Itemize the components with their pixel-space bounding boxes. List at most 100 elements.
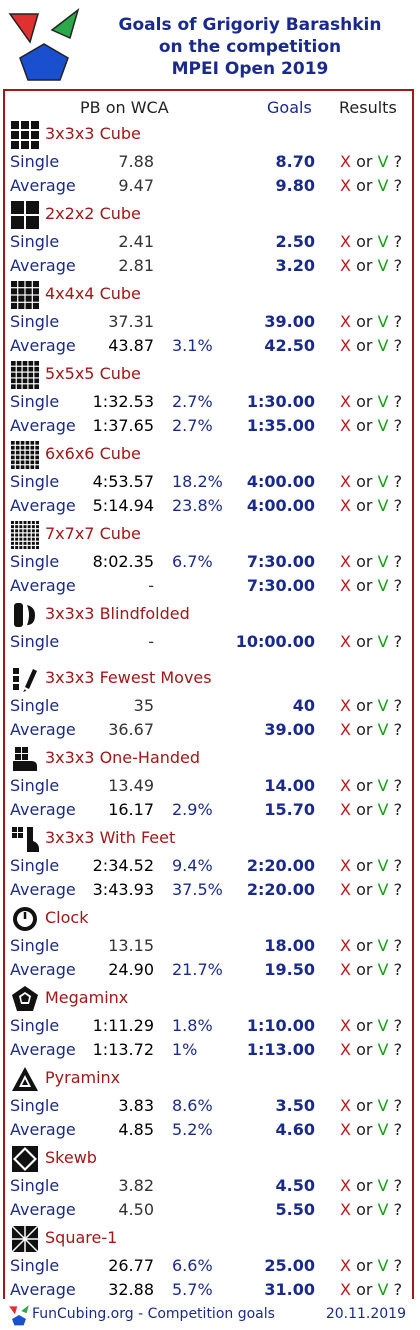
result-q: ? [393, 152, 403, 171]
result-v[interactable]: V [378, 1256, 389, 1275]
pct-diff: 2.7% [172, 416, 213, 435]
result-v[interactable]: V [378, 256, 389, 275]
result-x[interactable]: X [340, 496, 351, 515]
result-v[interactable]: V [378, 1096, 389, 1115]
result-v[interactable]: V [378, 776, 389, 795]
result-x[interactable]: X [340, 696, 351, 715]
result-x[interactable]: X [340, 1120, 351, 1139]
result-x[interactable]: X [340, 720, 351, 739]
result-v[interactable]: V [378, 1120, 389, 1139]
result-v[interactable]: V [378, 576, 389, 595]
result-or: or [356, 256, 373, 275]
event-block: 7x7x7 Cube Single 8:02.35 6.7% 7:30.00 X or V… [0, 518, 420, 598]
result-row: Single 1:11.29 1.8% 1:10.00 X or V ? [0, 1014, 420, 1038]
pb-value: 4:53.57 [92, 472, 154, 491]
result-v[interactable]: V [378, 880, 389, 899]
result-x[interactable]: X [340, 176, 351, 195]
result-choice: X or V ? [340, 576, 402, 596]
result-row: Average 43.87 3.1% 42.50 X or V ? [0, 334, 420, 358]
result-choice: X or V ? [340, 1176, 402, 1196]
pb-value: 2.41 [118, 232, 154, 251]
result-choice: X or V ? [340, 960, 402, 980]
pb-value: - [148, 576, 154, 595]
result-x[interactable]: X [340, 1016, 351, 1035]
result-x[interactable]: X [340, 776, 351, 795]
result-q: ? [393, 856, 403, 875]
row-label: Average [10, 1120, 76, 1139]
grid-3-icon [11, 121, 39, 149]
row-label: Single [10, 696, 60, 715]
row-label: Single [10, 312, 60, 331]
pct-diff: 23.8% [172, 496, 223, 515]
result-x[interactable]: X [340, 880, 351, 899]
grid-5-icon [11, 361, 39, 389]
result-x[interactable]: X [340, 1200, 351, 1219]
result-v[interactable]: V [378, 392, 389, 411]
result-v[interactable]: V [378, 856, 389, 875]
result-v[interactable]: V [378, 232, 389, 251]
result-v[interactable]: V [378, 336, 389, 355]
result-v[interactable]: V [378, 552, 389, 571]
result-x[interactable]: X [340, 856, 351, 875]
footer-site[interactable]: FunCubing.org - Competition goals [32, 1306, 275, 1322]
footer-logo-icon [9, 1305, 29, 1326]
result-choice: X or V ? [340, 1200, 402, 1220]
result-x[interactable]: X [340, 552, 351, 571]
result-x[interactable]: X [340, 632, 351, 651]
result-row: Single - 10:00.00 X or V ? [0, 630, 420, 654]
result-x[interactable]: X [340, 336, 351, 355]
result-v[interactable]: V [378, 496, 389, 515]
result-choice: X or V ? [340, 232, 402, 252]
row-label: Average [10, 880, 76, 899]
result-v[interactable]: V [378, 312, 389, 331]
goal-value: 2.50 [275, 232, 315, 251]
result-x[interactable]: X [340, 1040, 351, 1059]
result-v[interactable]: V [378, 800, 389, 819]
result-v[interactable]: V [378, 1176, 389, 1195]
result-row: Single 13.15 18.00 X or V ? [0, 934, 420, 958]
result-x[interactable]: X [340, 576, 351, 595]
result-x[interactable]: X [340, 1176, 351, 1195]
result-choice: X or V ? [340, 880, 402, 900]
result-v[interactable]: V [378, 1200, 389, 1219]
result-v[interactable]: V [378, 720, 389, 739]
goal-value: 9.80 [275, 176, 315, 195]
pyraminx-icon [11, 1065, 39, 1093]
goal-value: 39.00 [264, 312, 315, 331]
result-x[interactable]: X [340, 232, 351, 251]
result-or: or [356, 152, 373, 171]
result-x[interactable]: X [340, 1256, 351, 1275]
result-x[interactable]: X [340, 960, 351, 979]
result-x[interactable]: X [340, 936, 351, 955]
result-x[interactable]: X [340, 1280, 351, 1299]
event-block: Clock Single 13.15 18.00 X or V ? Average 24.9… [0, 902, 420, 982]
result-v[interactable]: V [378, 1016, 389, 1035]
pct-diff: 5.7% [172, 1280, 213, 1299]
result-v[interactable]: V [378, 632, 389, 651]
result-v[interactable]: V [378, 960, 389, 979]
result-v[interactable]: V [378, 1040, 389, 1059]
result-x[interactable]: X [340, 416, 351, 435]
result-v[interactable]: V [378, 472, 389, 491]
result-v[interactable]: V [378, 416, 389, 435]
result-q: ? [393, 336, 403, 355]
pencil-icon [11, 665, 39, 693]
result-q: ? [393, 632, 403, 651]
result-v[interactable]: V [378, 176, 389, 195]
result-x[interactable]: X [340, 256, 351, 275]
row-label: Average [10, 336, 76, 355]
result-x[interactable]: X [340, 1096, 351, 1115]
result-or: or [356, 800, 373, 819]
result-q: ? [393, 1200, 403, 1219]
result-v[interactable]: V [378, 696, 389, 715]
result-x[interactable]: X [340, 312, 351, 331]
result-x[interactable]: X [340, 800, 351, 819]
result-v[interactable]: V [378, 936, 389, 955]
event-block: 6x6x6 Cube Single 4:53.57 18.2% 4:00.00 X or … [0, 438, 420, 518]
result-x[interactable]: X [340, 472, 351, 491]
event-name: Clock [45, 908, 89, 927]
result-x[interactable]: X [340, 152, 351, 171]
result-x[interactable]: X [340, 392, 351, 411]
result-v[interactable]: V [378, 1280, 389, 1299]
result-v[interactable]: V [378, 152, 389, 171]
